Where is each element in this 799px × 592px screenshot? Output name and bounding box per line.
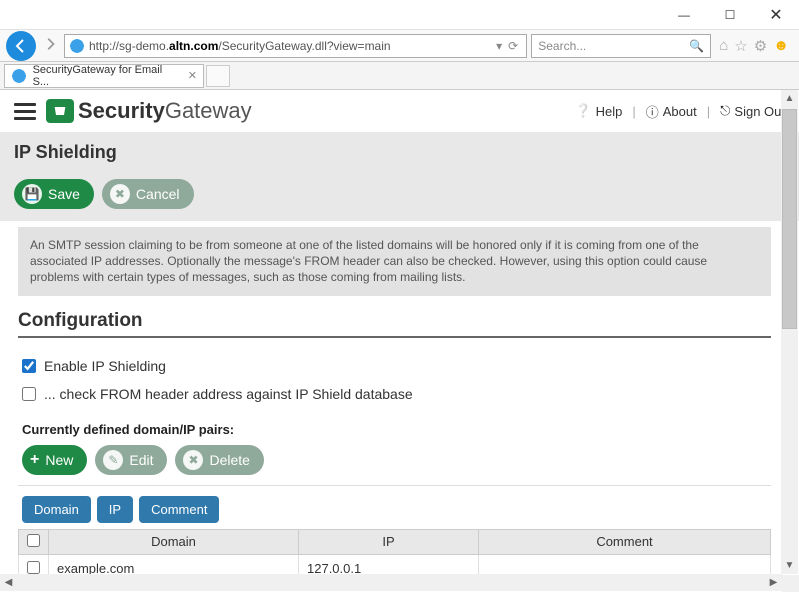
- check-from-header-label: ... check FROM header address against IP…: [44, 386, 413, 402]
- scroll-down-icon[interactable]: ▼: [781, 557, 798, 574]
- window-minimize-button[interactable]: —: [661, 0, 707, 30]
- select-all-header[interactable]: [19, 529, 49, 554]
- ip-header[interactable]: IP: [299, 529, 479, 554]
- browser-tab-active[interactable]: SecurityGateway for Email S... ✕: [4, 64, 204, 88]
- refresh-icon[interactable]: ⟳: [508, 39, 518, 53]
- brand-strong: Security: [78, 98, 165, 123]
- address-bar[interactable]: http://sg-demo.altn.com/SecurityGateway.…: [64, 34, 527, 58]
- comment-header[interactable]: Comment: [479, 529, 771, 554]
- dropdown-icon[interactable]: ▾: [496, 39, 502, 53]
- window-close-button[interactable]: ✕: [753, 0, 799, 30]
- home-icon[interactable]: ⌂: [719, 37, 728, 54]
- window-maximize-button[interactable]: ☐: [707, 0, 753, 30]
- pairs-table: Domain IP Comment example.com127.0.0.1: [18, 529, 771, 577]
- url-path: /SecurityGateway.dll?view=main: [218, 39, 390, 53]
- new-button[interactable]: + New: [22, 445, 87, 475]
- delete-button[interactable]: ✖ Delete: [175, 445, 263, 475]
- help-link[interactable]: ❔Help: [575, 103, 622, 119]
- window-titlebar: — ☐ ✕: [0, 0, 799, 30]
- domain-header[interactable]: Domain: [49, 529, 299, 554]
- menu-toggle-button[interactable]: [14, 103, 36, 120]
- pairs-heading: Currently defined domain/IP pairs:: [22, 422, 771, 437]
- scroll-left-icon[interactable]: ◀: [0, 574, 17, 591]
- new-tab-button[interactable]: [206, 65, 230, 87]
- col-ip-button[interactable]: IP: [97, 496, 133, 523]
- nav-back-button[interactable]: [6, 31, 36, 61]
- shield-logo-icon: [46, 99, 74, 123]
- pencil-icon: ✎: [103, 450, 123, 470]
- cancel-icon: ✖: [110, 184, 130, 204]
- select-all-checkbox[interactable]: [27, 534, 40, 547]
- info-icon: ⓘ: [646, 102, 659, 121]
- info-box: An SMTP session claiming to be from some…: [18, 227, 771, 296]
- page-viewport: SecurityGateway ❔Help | ⓘAbout | ⎋Sign O…: [0, 90, 799, 592]
- plus-icon: +: [30, 451, 39, 469]
- save-icon: 💾: [22, 184, 42, 204]
- search-placeholder: Search...: [538, 39, 586, 53]
- arrow-right-icon: [43, 37, 57, 51]
- check-from-header-checkbox[interactable]: [22, 387, 36, 401]
- tools-icon[interactable]: ⚙: [754, 37, 767, 55]
- scroll-up-icon[interactable]: ▲: [781, 90, 798, 107]
- col-domain-button[interactable]: Domain: [22, 496, 91, 523]
- browser-search-box[interactable]: Search... 🔍: [531, 34, 711, 58]
- scroll-thumb[interactable]: [782, 109, 797, 329]
- column-buttons: Domain IP Comment: [22, 496, 771, 523]
- close-tab-icon[interactable]: ✕: [188, 69, 197, 82]
- browser-tab-strip: SecurityGateway for Email S... ✕: [0, 62, 799, 90]
- signout-link[interactable]: ⎋Sign Out: [720, 103, 785, 119]
- feedback-icon[interactable]: ☻: [773, 37, 789, 54]
- brand-rest: Gateway: [165, 98, 252, 123]
- divider: [18, 485, 771, 486]
- row-checkbox[interactable]: [27, 561, 40, 574]
- col-comment-button[interactable]: Comment: [139, 496, 219, 523]
- edit-button[interactable]: ✎ Edit: [95, 445, 167, 475]
- tab-favicon: [11, 68, 27, 84]
- scroll-right-icon[interactable]: ▶: [765, 574, 782, 591]
- crud-buttons: + New ✎ Edit ✖ Delete: [22, 445, 771, 475]
- url-host: altn.com: [169, 39, 218, 53]
- page-title-bar: IP Shielding: [0, 132, 799, 173]
- cancel-button[interactable]: ✖ Cancel: [102, 179, 194, 209]
- help-icon: ❔: [575, 103, 591, 119]
- resize-handle[interactable]: [782, 575, 799, 592]
- check-from-header-row[interactable]: ... check FROM header address against IP…: [18, 380, 771, 408]
- enable-ip-shielding-checkbox[interactable]: [22, 359, 36, 373]
- browser-toolbar: http://sg-demo.altn.com/SecurityGateway.…: [0, 30, 799, 62]
- page-scroll-area: An SMTP session claiming to be from some…: [0, 221, 799, 577]
- search-icon: 🔍: [689, 39, 704, 53]
- tab-title: SecurityGateway for Email S...: [33, 64, 178, 88]
- vertical-scrollbar[interactable]: ▲ ▼: [781, 90, 798, 574]
- arrow-left-icon: [13, 38, 29, 54]
- page-action-bar: 💾 Save ✖ Cancel: [0, 173, 799, 221]
- delete-icon: ✖: [183, 450, 203, 470]
- app-logo[interactable]: SecurityGateway: [46, 98, 252, 124]
- url-prefix: http://sg-demo.: [89, 39, 169, 53]
- signout-icon: ⎋: [720, 103, 730, 119]
- ie-page-icon: [69, 38, 85, 54]
- table-header-row: Domain IP Comment: [19, 529, 771, 554]
- page-title: IP Shielding: [14, 142, 785, 163]
- app-header: SecurityGateway ❔Help | ⓘAbout | ⎋Sign O…: [0, 90, 799, 132]
- save-button[interactable]: 💾 Save: [14, 179, 94, 209]
- favorites-icon[interactable]: ☆: [734, 37, 747, 55]
- config-heading: Configuration: [18, 310, 771, 338]
- nav-forward-button[interactable]: [40, 37, 60, 54]
- enable-ip-shielding-row[interactable]: Enable IP Shielding: [18, 352, 771, 380]
- horizontal-scrollbar[interactable]: ◀ ▶: [0, 574, 782, 591]
- enable-ip-shielding-label: Enable IP Shielding: [44, 358, 166, 374]
- about-link[interactable]: ⓘAbout: [646, 102, 697, 121]
